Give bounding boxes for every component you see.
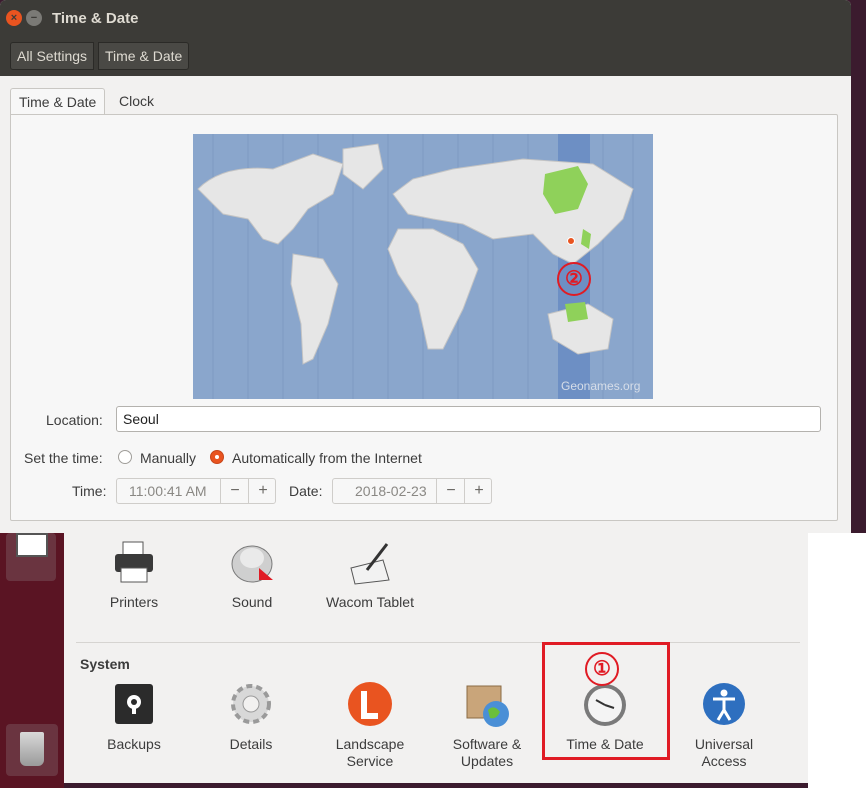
desktop-edge	[808, 533, 866, 788]
safe-icon	[111, 682, 157, 728]
date-label: Date:	[289, 483, 323, 499]
settings-item-landscape-service[interactable]: Landscape Service	[311, 682, 429, 770]
radio-manually[interactable]	[118, 450, 132, 464]
settings-item-label: Printers	[109, 594, 159, 610]
section-title-system: System	[80, 656, 130, 672]
settings-item-label: Wacom Tablet	[326, 594, 414, 610]
location-label: Location:	[46, 412, 103, 428]
date-spinner[interactable]: 2018-02-23 − +	[332, 478, 492, 504]
settings-item-universal-access[interactable]: Universal Access	[665, 682, 783, 770]
date-value: 2018-02-23	[355, 483, 427, 499]
time-increment-button[interactable]: +	[248, 479, 277, 503]
gear-icon	[228, 682, 274, 728]
window-title: Time & Date	[52, 10, 139, 27]
settings-item-software-updates[interactable]: Software & Updates	[428, 682, 546, 770]
radio-manually-label[interactable]: Manually	[140, 450, 196, 466]
map-credit: Geonames.org	[561, 379, 640, 393]
toolbar: All Settings Time & Date	[0, 36, 851, 76]
set-time-label: Set the time:	[24, 450, 103, 466]
settings-item-label: Details	[229, 736, 273, 752]
accessibility-icon	[701, 682, 747, 728]
breadcrumb-time-date[interactable]: Time & Date	[98, 42, 190, 70]
settings-item-wacom-tablet[interactable]: Wacom Tablet	[311, 540, 429, 611]
date-increment-button[interactable]: +	[464, 479, 493, 503]
breadcrumb-all-settings[interactable]: All Settings	[10, 42, 95, 70]
package-globe-icon	[464, 682, 510, 728]
trash-icon	[20, 732, 44, 766]
document-icon	[16, 533, 48, 557]
settings-item-backups[interactable]: Backups	[75, 682, 193, 753]
settings-item-printers[interactable]: Printers	[75, 540, 193, 611]
launcher-app-icon[interactable]	[6, 533, 56, 581]
close-icon[interactable]: ×	[6, 10, 22, 26]
step-marker-1: ①	[585, 652, 619, 686]
window-bottom-edge	[64, 783, 808, 788]
printer-icon	[111, 540, 157, 586]
time-decrement-button[interactable]: −	[220, 479, 249, 503]
settings-item-label: Universal Access	[694, 736, 754, 769]
minimize-icon[interactable]: −	[26, 10, 42, 26]
section-divider	[76, 642, 800, 643]
settings-item-label: Sound	[231, 594, 273, 610]
time-spinner[interactable]: 11:00:41 AM − +	[116, 478, 276, 504]
tab-clock[interactable]: Clock	[111, 88, 162, 114]
speaker-icon	[229, 540, 275, 586]
step-marker-2: ②	[557, 262, 591, 296]
settings-item-sound[interactable]: Sound	[193, 540, 311, 611]
settings-item-label: Backups	[107, 736, 161, 752]
time-label: Time:	[72, 483, 107, 499]
landscape-icon	[347, 682, 393, 728]
launcher	[0, 533, 64, 788]
settings-item-label: Software & Updates	[452, 736, 522, 769]
radio-automatic[interactable]	[210, 450, 224, 464]
location-pin-icon	[567, 237, 575, 245]
trash-launcher-icon[interactable]	[6, 724, 58, 776]
settings-item-details[interactable]: Details	[192, 682, 310, 753]
location-input[interactable]: Seoul	[116, 406, 821, 432]
tab-time-date[interactable]: Time & Date	[10, 88, 106, 115]
title-bar: × − Time & Date	[0, 0, 851, 36]
date-decrement-button[interactable]: −	[436, 479, 465, 503]
time-value: 11:00:41 AM	[129, 483, 207, 499]
radio-automatic-label[interactable]: Automatically from the Internet	[232, 450, 422, 466]
tablet-icon	[347, 540, 393, 586]
settings-item-label: Landscape Service	[335, 736, 405, 769]
